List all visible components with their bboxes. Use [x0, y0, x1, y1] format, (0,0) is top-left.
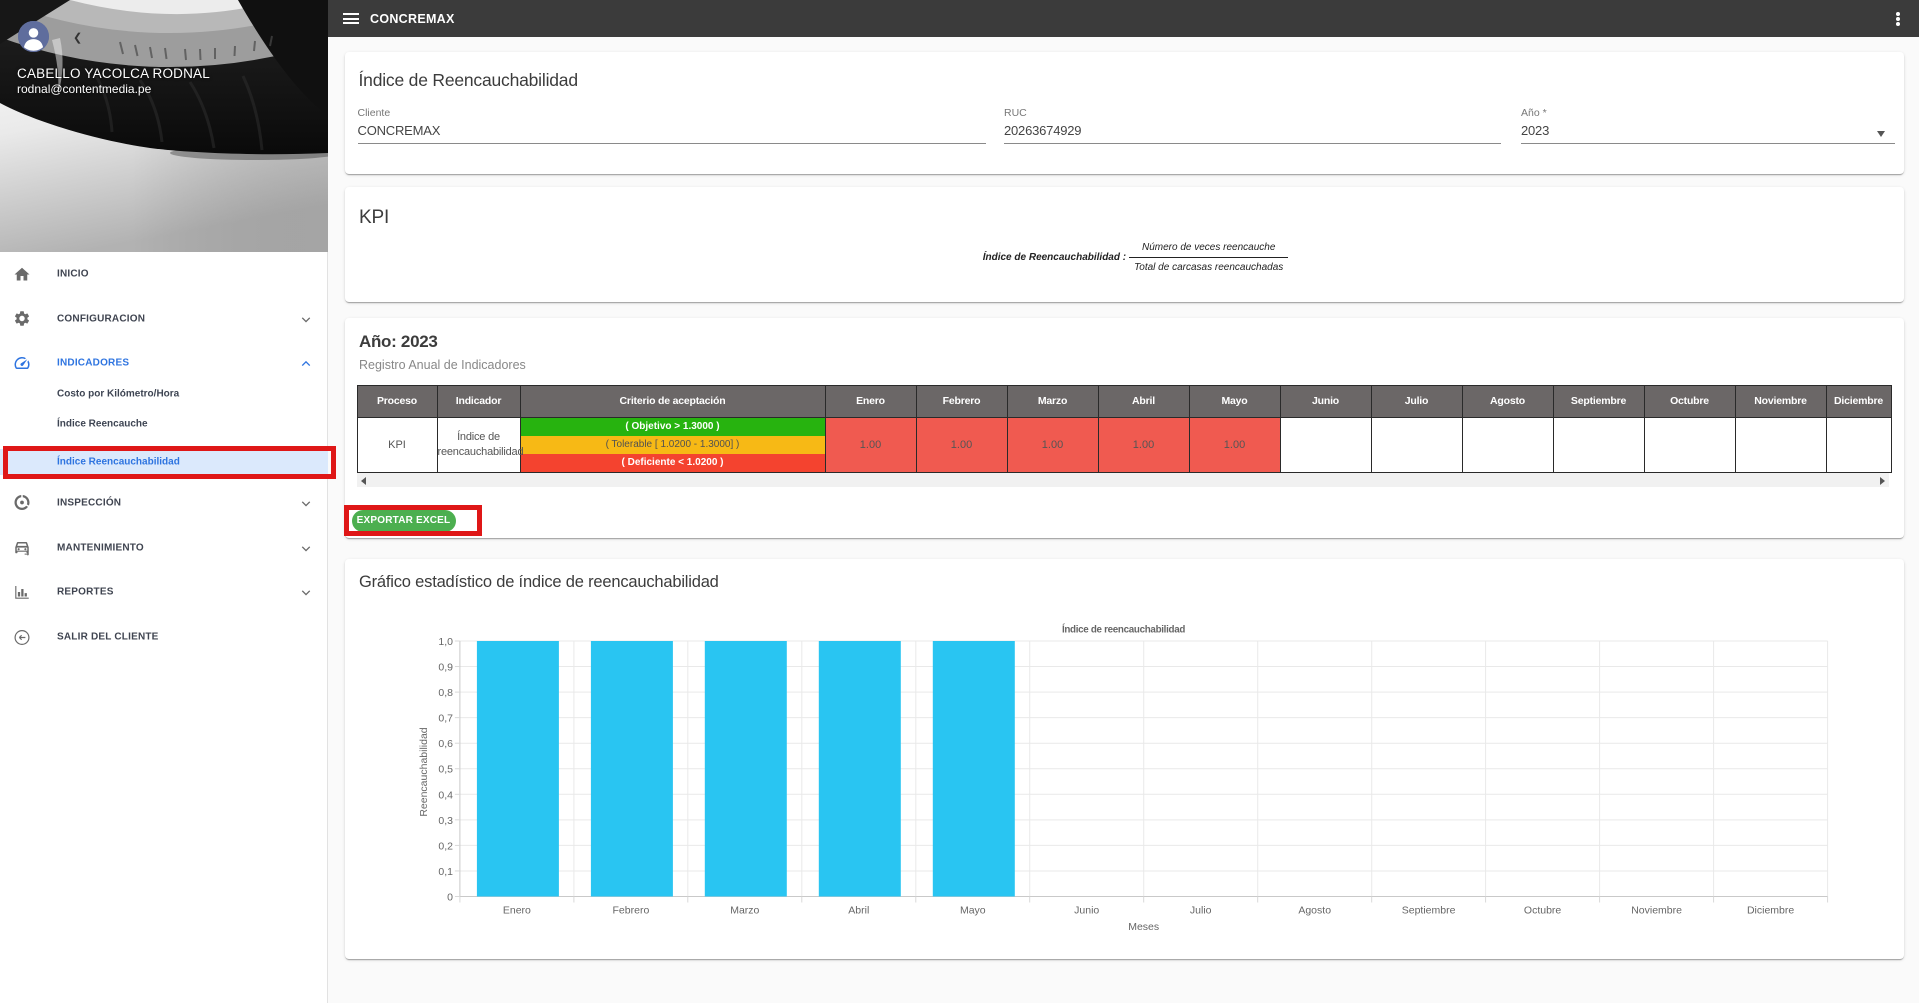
- svg-text:Junio: Junio: [1074, 905, 1099, 917]
- svg-text:Meses: Meses: [1128, 921, 1159, 933]
- svg-text:0,3: 0,3: [438, 815, 453, 827]
- svg-text:Noviembre: Noviembre: [1631, 905, 1682, 917]
- svg-text:0,7: 0,7: [438, 713, 453, 725]
- svg-text:0,5: 0,5: [438, 764, 453, 776]
- svg-text:Mayo: Mayo: [960, 905, 986, 917]
- svg-text:1,0: 1,0: [438, 636, 453, 648]
- svg-text:0,8: 0,8: [438, 687, 453, 699]
- svg-text:Agosto: Agosto: [1298, 905, 1331, 917]
- svg-text:Septiembre: Septiembre: [1402, 905, 1456, 917]
- svg-text:Octubre: Octubre: [1524, 905, 1562, 917]
- svg-text:Julio: Julio: [1190, 905, 1212, 917]
- svg-text:0,1: 0,1: [438, 866, 453, 878]
- svg-text:0,4: 0,4: [438, 789, 453, 801]
- svg-text:Abril: Abril: [848, 905, 869, 917]
- svg-text:0: 0: [447, 892, 453, 904]
- svg-text:Marzo: Marzo: [730, 905, 759, 917]
- svg-text:0,6: 0,6: [438, 738, 453, 750]
- svg-text:0,2: 0,2: [438, 840, 453, 852]
- svg-text:Febrero: Febrero: [613, 905, 650, 917]
- svg-text:0,9: 0,9: [438, 662, 453, 674]
- svg-text:Reencauchabilidad: Reencauchabilidad: [418, 727, 430, 816]
- svg-text:Enero: Enero: [503, 905, 531, 917]
- svg-text:Diciembre: Diciembre: [1747, 905, 1794, 917]
- svg-text:Índice de reencauchabilidad: Índice de reencauchabilidad: [1062, 624, 1185, 636]
